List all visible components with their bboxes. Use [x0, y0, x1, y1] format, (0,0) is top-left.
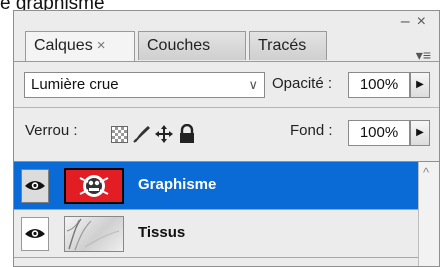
layer-thumbnail [64, 168, 124, 204]
layer-row-tissus[interactable]: Tissus [14, 210, 420, 258]
tab-traces-label: Tracés [258, 37, 307, 54]
scroll-up-icon[interactable]: ^ [423, 165, 429, 180]
opacity-field[interactable]: 100% [348, 72, 410, 98]
opacity-label: Opacité : [272, 75, 333, 92]
visibility-toggle[interactable] [21, 217, 49, 251]
controls-divider [14, 107, 439, 108]
lock-all-icon[interactable] [178, 123, 196, 149]
blend-mode-value: Lumière crue [31, 76, 119, 93]
fill-slider-arrow[interactable]: ▶ [410, 120, 430, 146]
tab-traces[interactable]: Tracés [249, 31, 327, 60]
panel-window-controls: –× [401, 13, 433, 31]
tab-calques-label: Calques [34, 37, 93, 54]
lock-image-pixels-icon[interactable] [132, 124, 152, 149]
eye-icon [25, 181, 45, 190]
visibility-toggle[interactable] [21, 169, 49, 203]
layers-scrollbar[interactable]: ^ [418, 162, 439, 266]
lock-label: Verrou : [25, 122, 78, 139]
fill-field[interactable]: 100% [348, 120, 410, 146]
blend-mode-select[interactable]: Lumière crue ∨ [24, 72, 265, 98]
fill-label: Fond : [290, 122, 333, 139]
layer-name[interactable]: Tissus [138, 224, 185, 241]
layer-row-graphisme[interactable]: Graphisme [14, 162, 420, 210]
tab-divider [14, 61, 439, 62]
close-icon[interactable]: × [417, 13, 433, 30]
layer-name[interactable]: Graphisme [138, 176, 216, 193]
opacity-slider-arrow[interactable]: ▶ [410, 72, 430, 98]
tab-couches-label: Couches [147, 37, 211, 54]
tab-close-icon[interactable]: × [97, 37, 106, 54]
layer-thumbnail [64, 216, 124, 252]
minimize-icon[interactable]: – [401, 13, 417, 30]
lock-position-icon[interactable] [154, 124, 174, 149]
eye-icon [25, 229, 45, 238]
chevron-down-icon: ∨ [248, 77, 258, 92]
tab-couches[interactable]: Couches [138, 31, 246, 60]
tab-calques[interactable]: Calques × [25, 31, 135, 62]
layers-panel: –× Calques × Couches Tracés ▾≡ Lumière cr… [13, 10, 440, 267]
lock-transparent-pixels-icon[interactable] [111, 126, 128, 143]
